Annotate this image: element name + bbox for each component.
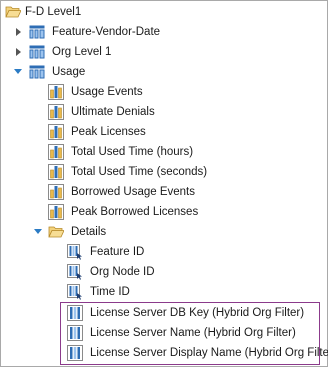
attribute-icon — [67, 305, 83, 321]
tree-node-label: Peak Borrowed Licenses — [71, 206, 199, 218]
expand-arrow-icon[interactable] — [14, 47, 24, 57]
hierarchy-icon — [29, 65, 45, 79]
tree-node-attribute-highlighted[interactable]: License Server Name (Hybrid Org Filter) — [1, 323, 321, 343]
tree-node-usage[interactable]: Usage — [1, 62, 321, 82]
tree-node-measure[interactable]: Peak Licenses — [1, 122, 321, 142]
measure-icon — [48, 104, 64, 120]
expand-arrow-icon[interactable] — [14, 27, 24, 37]
tree-node-details[interactable]: Details — [1, 222, 321, 242]
tree-node-label: Details — [71, 226, 107, 238]
attribute-icon — [67, 345, 83, 361]
attribute-icon — [67, 325, 83, 341]
measure-icon — [48, 164, 64, 180]
tree-node-attribute[interactable]: Time ID — [1, 282, 321, 302]
tree-node-attribute-highlighted[interactable]: License Server Display Name (Hybrid Org … — [1, 343, 328, 363]
folder-open-icon — [5, 6, 21, 18]
tree-node-label: License Server Name (Hybrid Org Filter) — [90, 327, 296, 339]
measure-icon — [48, 144, 64, 160]
tree-node-label: Total Used Time (seconds) — [71, 166, 208, 178]
attribute-icon — [67, 264, 82, 280]
measure-icon — [48, 84, 64, 100]
tree-node-label: Ultimate Denials — [71, 106, 155, 118]
collapse-arrow-icon[interactable] — [14, 67, 24, 77]
folder-open-icon — [48, 226, 64, 238]
tree-node-attribute-highlighted[interactable]: License Server DB Key (Hybrid Org Filter… — [1, 303, 321, 323]
tree-node-label: Time ID — [90, 286, 130, 298]
tree-node-label: Usage — [52, 66, 86, 78]
tree-node-measure[interactable]: Peak Borrowed Licenses — [1, 202, 321, 222]
tree-node-feature-vendor-date[interactable]: Feature-Vendor-Date — [1, 22, 321, 42]
tree-node-label: License Server DB Key (Hybrid Org Filter… — [90, 307, 305, 319]
hierarchy-icon — [29, 45, 45, 59]
collapse-arrow-icon[interactable] — [34, 227, 44, 237]
tree-node-measure[interactable]: Total Used Time (hours) — [1, 142, 321, 162]
tree-node-label: Borrowed Usage Events — [71, 186, 196, 198]
tree-node-label: Feature-Vendor-Date — [52, 26, 161, 38]
attribute-icon — [67, 284, 82, 300]
tree-node-measure[interactable]: Ultimate Denials — [1, 102, 321, 122]
tree-node-measure[interactable]: Total Used Time (seconds) — [1, 162, 321, 182]
tree-node-org-level-1[interactable]: Org Level 1 — [1, 42, 321, 62]
tree-node-measure[interactable]: Borrowed Usage Events — [1, 182, 321, 202]
tree-node-root[interactable]: F-D Level1 — [1, 2, 321, 22]
tree-node-attribute[interactable]: Org Node ID — [1, 262, 321, 282]
hierarchy-icon — [29, 25, 45, 39]
tree-node-label: Peak Licenses — [71, 126, 146, 138]
tree-node-label: Usage Events — [71, 86, 143, 98]
tree-view: F-D Level1 Feature-Vendor-Date Org Level… — [0, 0, 328, 367]
tree-node-label: Org Node ID — [90, 266, 155, 278]
measure-icon — [48, 124, 64, 140]
tree-node-label: Org Level 1 — [52, 46, 112, 58]
tree-node-label: Feature ID — [90, 246, 145, 258]
tree-node-label: License Server Display Name (Hybrid Org … — [90, 347, 328, 359]
attribute-icon — [67, 244, 82, 260]
measure-icon — [48, 184, 64, 200]
tree-node-attribute[interactable]: Feature ID — [1, 242, 321, 262]
tree-node-label: Total Used Time (hours) — [71, 146, 194, 158]
tree-node-label: F-D Level1 — [25, 6, 82, 18]
tree-node-measure[interactable]: Usage Events — [1, 82, 321, 102]
measure-icon — [48, 204, 64, 220]
